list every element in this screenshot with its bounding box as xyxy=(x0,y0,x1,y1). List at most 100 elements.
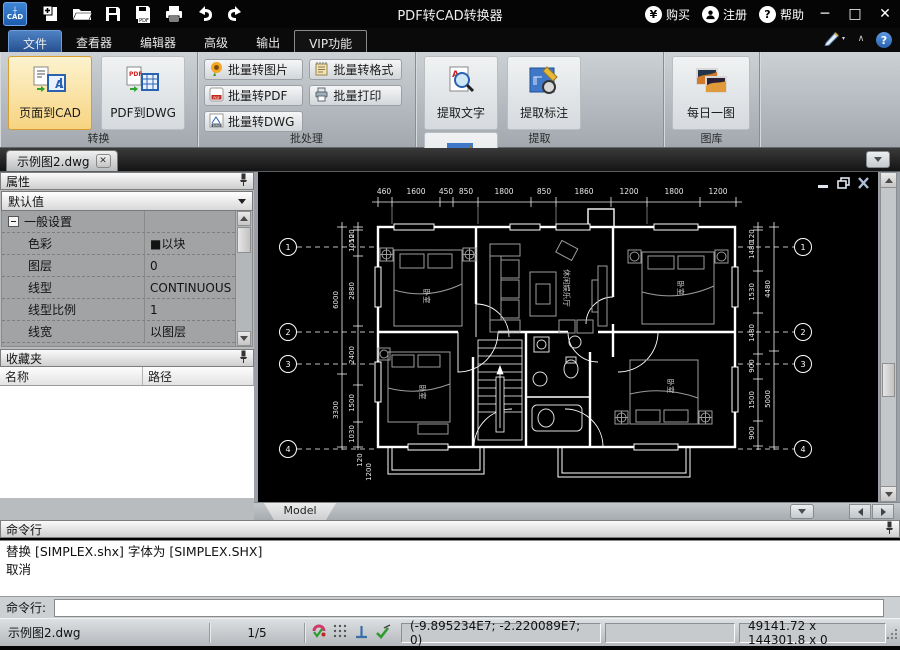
preset-dropdown[interactable]: 默认值 xyxy=(1,191,253,211)
extract-annotation-button[interactable]: 提取标注 xyxy=(507,56,582,130)
ortho-icon[interactable] xyxy=(354,624,369,642)
save-as-pdf-icon[interactable]: PDF xyxy=(133,4,153,24)
buy-button[interactable]: ¥ 购买 xyxy=(644,5,690,23)
command-history[interactable]: 替换 [SIMPLEX.shx] 字体为 [SIMPLEX.SHX] 取消 xyxy=(0,540,900,596)
property-row-lineweight[interactable]: 线宽 以图层 xyxy=(2,321,235,343)
tab-viewer[interactable]: 查看器 xyxy=(62,30,126,52)
pin-icon[interactable] xyxy=(885,521,894,537)
svg-text:2880: 2880 xyxy=(348,282,356,300)
property-row-linetype[interactable]: 线型 CONTINUOUS xyxy=(2,277,235,299)
new-file-icon[interactable] xyxy=(41,4,61,24)
svg-text:PDF: PDF xyxy=(213,96,220,100)
svg-text:4: 4 xyxy=(285,445,290,454)
mdi-window-controls xyxy=(817,177,870,189)
drawing-workspace: 460 1600 450 850 1800 850 1860 1200 1800… xyxy=(254,172,900,520)
favorites-col-path[interactable]: 路径 xyxy=(143,367,254,385)
maximize-button[interactable]: □ xyxy=(846,6,864,22)
dwg-icon: DWG xyxy=(209,113,224,131)
draft-check-icon[interactable] xyxy=(375,623,391,642)
print-icon[interactable] xyxy=(163,4,185,24)
svg-text:卧室: 卧室 xyxy=(666,379,676,394)
svg-text:A: A xyxy=(55,78,64,91)
ribbon-group-batch: 批量转图片 PDF 批量转PDF DWG 批量转DWG 批量转格式 批量打印 批处理 xyxy=(198,52,416,147)
command-prompt-label: 命令行: xyxy=(6,601,47,615)
property-row-ltscale[interactable]: 线型比例 1 xyxy=(2,299,235,321)
property-row-layer[interactable]: 图层 0 xyxy=(2,255,235,277)
scroll-up-icon[interactable] xyxy=(881,173,896,188)
mdi-close-icon[interactable] xyxy=(857,177,870,189)
pdf-icon: PDF xyxy=(209,87,224,105)
svg-text:1800: 1800 xyxy=(494,187,513,196)
group-label-batch: 批处理 xyxy=(290,132,323,145)
page-to-cad-button[interactable]: A 页面到CAD xyxy=(8,56,92,130)
status-empty-segment xyxy=(605,622,735,643)
favorites-col-name[interactable]: 名称 xyxy=(0,367,143,385)
redo-icon[interactable] xyxy=(225,4,245,24)
batch-to-dwg-button[interactable]: DWG 批量转DWG xyxy=(204,111,304,132)
resize-grip[interactable] xyxy=(886,628,898,640)
layout-list-dropdown-button[interactable] xyxy=(790,504,814,519)
osnap-icon[interactable] xyxy=(311,623,327,642)
command-line-2: 取消 xyxy=(6,562,32,577)
property-group-row[interactable]: 一般设置 xyxy=(2,211,235,233)
daily-image-button[interactable]: 每日一图 xyxy=(672,56,750,130)
scroll-down-icon[interactable] xyxy=(881,486,896,501)
svg-text:1500: 1500 xyxy=(348,394,356,412)
document-tab[interactable]: 示例图2.dwg ✕ xyxy=(6,150,118,171)
command-input[interactable] xyxy=(54,598,884,617)
svg-text:6000: 6000 xyxy=(332,291,340,309)
svg-text:PDF: PDF xyxy=(129,71,142,78)
extract-text-button[interactable]: A 提取文字 xyxy=(424,56,498,130)
pin-icon[interactable] xyxy=(239,350,248,366)
svg-text:4480: 4480 xyxy=(764,280,772,298)
batch-print-button[interactable]: 批量打印 xyxy=(309,85,403,106)
pin-icon[interactable] xyxy=(239,173,248,189)
pdf-to-dwg-button[interactable]: PDF PDF到DWG xyxy=(101,56,186,130)
svg-text:1480: 1480 xyxy=(748,241,756,259)
minimize-button[interactable]: ─ xyxy=(816,6,834,22)
mdi-minimize-icon[interactable] xyxy=(817,177,830,189)
svg-text:1500: 1500 xyxy=(748,391,756,409)
tab-list-dropdown-button[interactable] xyxy=(866,151,890,168)
batch-to-image-button[interactable]: 批量转图片 xyxy=(204,59,304,80)
grid-icon[interactable] xyxy=(333,624,348,642)
tab-output[interactable]: 输出 xyxy=(242,30,294,52)
cad-canvas[interactable]: 460 1600 450 850 1800 850 1860 1200 1800… xyxy=(258,172,878,502)
scroll-up-icon[interactable] xyxy=(237,211,251,226)
batch-convert-format-button[interactable]: 批量转格式 xyxy=(309,59,403,80)
svg-text:PDF: PDF xyxy=(139,18,149,24)
collapse-icon[interactable] xyxy=(8,216,19,227)
scroll-left-icon[interactable] xyxy=(849,504,871,519)
model-tab[interactable]: Model xyxy=(264,503,336,520)
tab-editor[interactable]: 编辑器 xyxy=(126,30,190,52)
property-row-color[interactable]: 色彩 ■以块 xyxy=(2,233,235,255)
help-icon[interactable]: ? xyxy=(876,32,892,48)
tab-close-icon[interactable]: ✕ xyxy=(95,154,111,168)
undo-icon[interactable] xyxy=(195,4,215,24)
tab-file[interactable]: 文件 xyxy=(8,30,63,52)
collapse-ribbon-icon[interactable]: ∧ xyxy=(854,34,868,46)
scroll-down-icon[interactable] xyxy=(237,331,251,346)
tab-vip[interactable]: VIP功能 xyxy=(294,30,368,52)
mdi-restore-icon[interactable] xyxy=(837,177,850,189)
svg-text:850: 850 xyxy=(537,187,552,196)
app-logo-icon[interactable]: ┼ CAD xyxy=(3,2,27,26)
close-button[interactable]: ✕ xyxy=(876,6,894,22)
open-file-icon[interactable] xyxy=(71,4,93,24)
page-to-cad-icon: A xyxy=(32,65,68,100)
quick-edit-icon[interactable] xyxy=(824,30,846,50)
group-label-convert: 转换 xyxy=(87,132,110,145)
help-button[interactable]: ? 帮助 xyxy=(758,5,804,23)
save-icon[interactable] xyxy=(103,4,123,24)
drawing-vertical-scrollbar[interactable] xyxy=(880,172,897,502)
notepad-icon xyxy=(314,61,329,79)
svg-text:卧室: 卧室 xyxy=(418,385,428,400)
properties-scrollbar[interactable] xyxy=(235,211,252,346)
favorites-list[interactable] xyxy=(0,386,254,498)
svg-text:1860: 1860 xyxy=(574,187,593,196)
scroll-right-icon[interactable] xyxy=(872,504,894,519)
batch-to-pdf-button[interactable]: PDF 批量转PDF xyxy=(204,85,304,106)
group-label-extract: 提取 xyxy=(528,132,551,145)
register-button[interactable]: 注册 xyxy=(701,5,747,23)
tab-advanced[interactable]: 高级 xyxy=(190,30,242,52)
